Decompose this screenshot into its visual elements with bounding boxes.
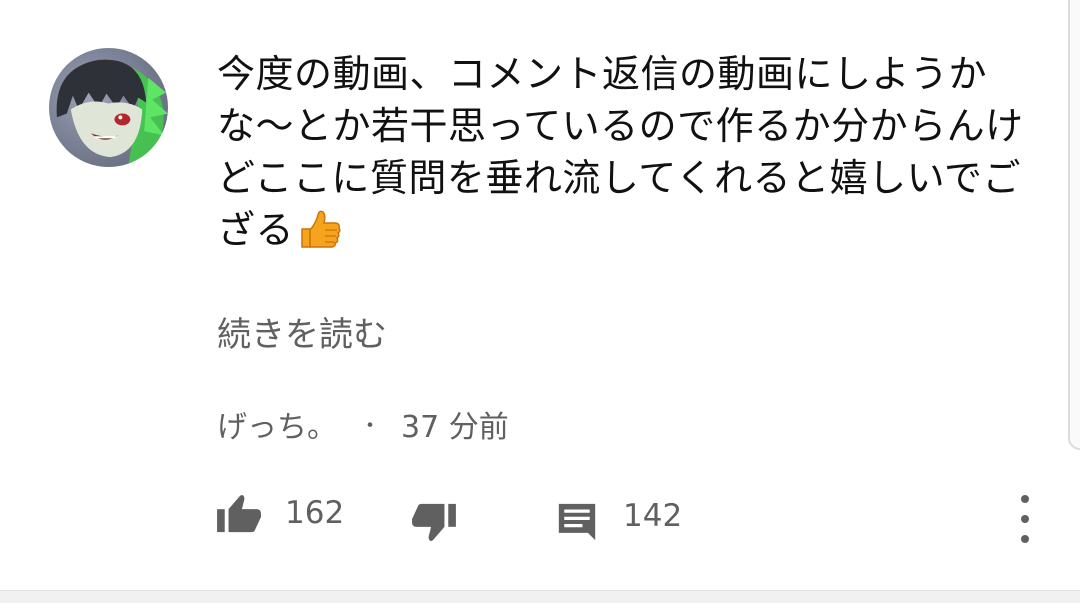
comment-actions: 162 142 [217, 492, 1047, 542]
author-name[interactable]: げっち。 [217, 402, 337, 446]
comment-meta: げっち。 ・ 37 分前 [217, 402, 509, 446]
more-dot [1021, 515, 1029, 523]
reply-button[interactable]: 142 [555, 498, 682, 542]
thumbs-up-icon [217, 494, 261, 533]
like-button[interactable]: 162 [217, 492, 344, 534]
meta-separator: ・ [359, 414, 382, 439]
thumbs-up-emoji-icon [298, 209, 342, 262]
read-more-link[interactable]: 続きを読む [217, 307, 387, 356]
thumbs-down-icon [412, 503, 456, 542]
timestamp: 37 分前 [401, 410, 509, 445]
comment-icon [558, 503, 596, 541]
avatar-image [56, 59, 168, 166]
adjacent-card-edge [1068, 0, 1080, 450]
like-count: 162 [285, 495, 345, 531]
dislike-button[interactable] [410, 502, 456, 544]
bottom-divider [0, 590, 1080, 603]
reply-count: 142 [623, 498, 683, 534]
avatar[interactable] [49, 48, 168, 167]
more-dot [1021, 495, 1029, 503]
comment-card: 今度の動画、コメント返信の動画にしようかな〜とか若干思っているので作るか分からん… [0, 0, 1080, 590]
more-vert-icon[interactable] [1011, 495, 1039, 543]
comment-text: 今度の動画、コメント返信の動画にしようかな〜とか若干思っているので作るか分からん… [217, 48, 1037, 262]
more-dot [1021, 535, 1029, 543]
